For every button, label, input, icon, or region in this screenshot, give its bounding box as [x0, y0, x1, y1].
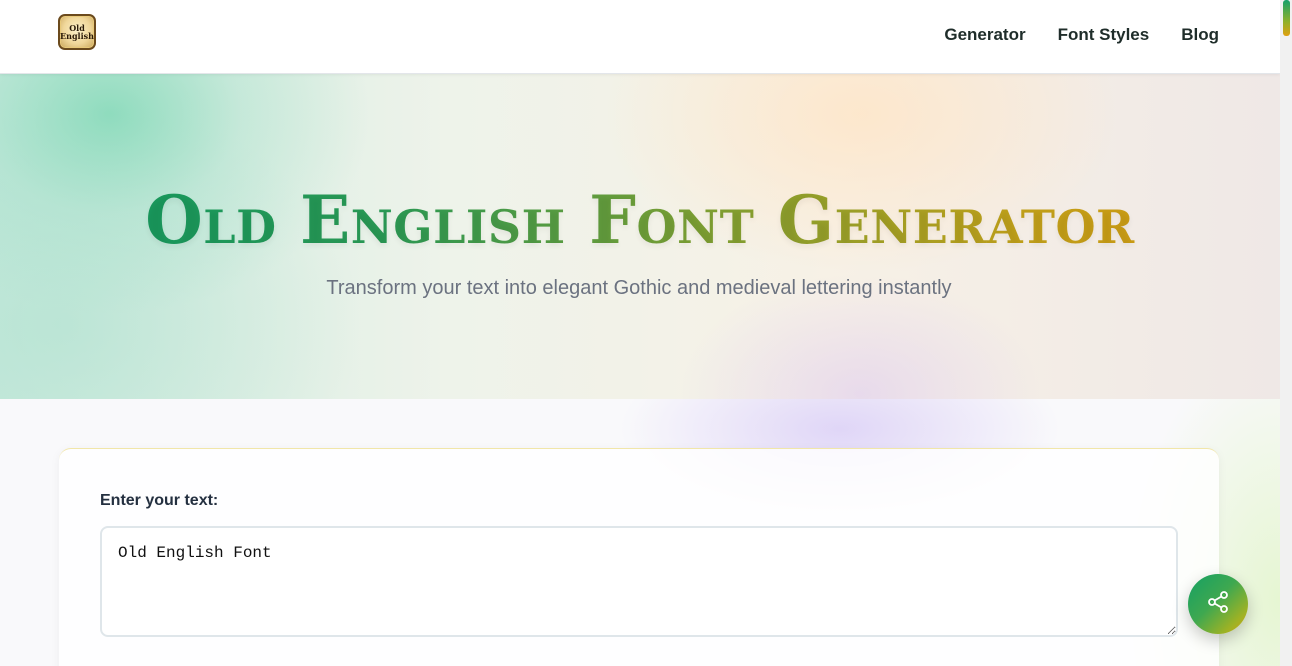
share-button[interactable] — [1188, 574, 1248, 634]
share-icon — [1206, 590, 1230, 619]
hero-section: Old English Font Generator Transform you… — [0, 74, 1280, 399]
page-title: Old English Font Generator — [0, 180, 1280, 260]
page: Old English Generator Font Styles Blog O… — [0, 0, 1280, 666]
nav-link-font-styles[interactable]: Font Styles — [1058, 24, 1150, 46]
logo-text-line2: English — [60, 31, 94, 41]
hero-subtitle: Transform your text into elegant Gothic … — [326, 277, 952, 299]
page-scrollbar[interactable] — [1280, 0, 1292, 666]
logo[interactable]: Old English — [58, 14, 96, 50]
text-input[interactable]: Old English Font — [100, 526, 1178, 637]
text-input-label: Enter your text: — [100, 492, 219, 509]
generator-card: Enter your text: Old English Font — [59, 448, 1219, 666]
nav-link-generator[interactable]: Generator — [944, 24, 1025, 46]
site-header: Old English Generator Font Styles Blog — [0, 0, 1280, 74]
main-nav: Generator Font Styles Blog — [944, 24, 1219, 46]
nav-link-blog[interactable]: Blog — [1181, 24, 1219, 46]
scrollbar-thumb[interactable] — [1283, 0, 1290, 36]
